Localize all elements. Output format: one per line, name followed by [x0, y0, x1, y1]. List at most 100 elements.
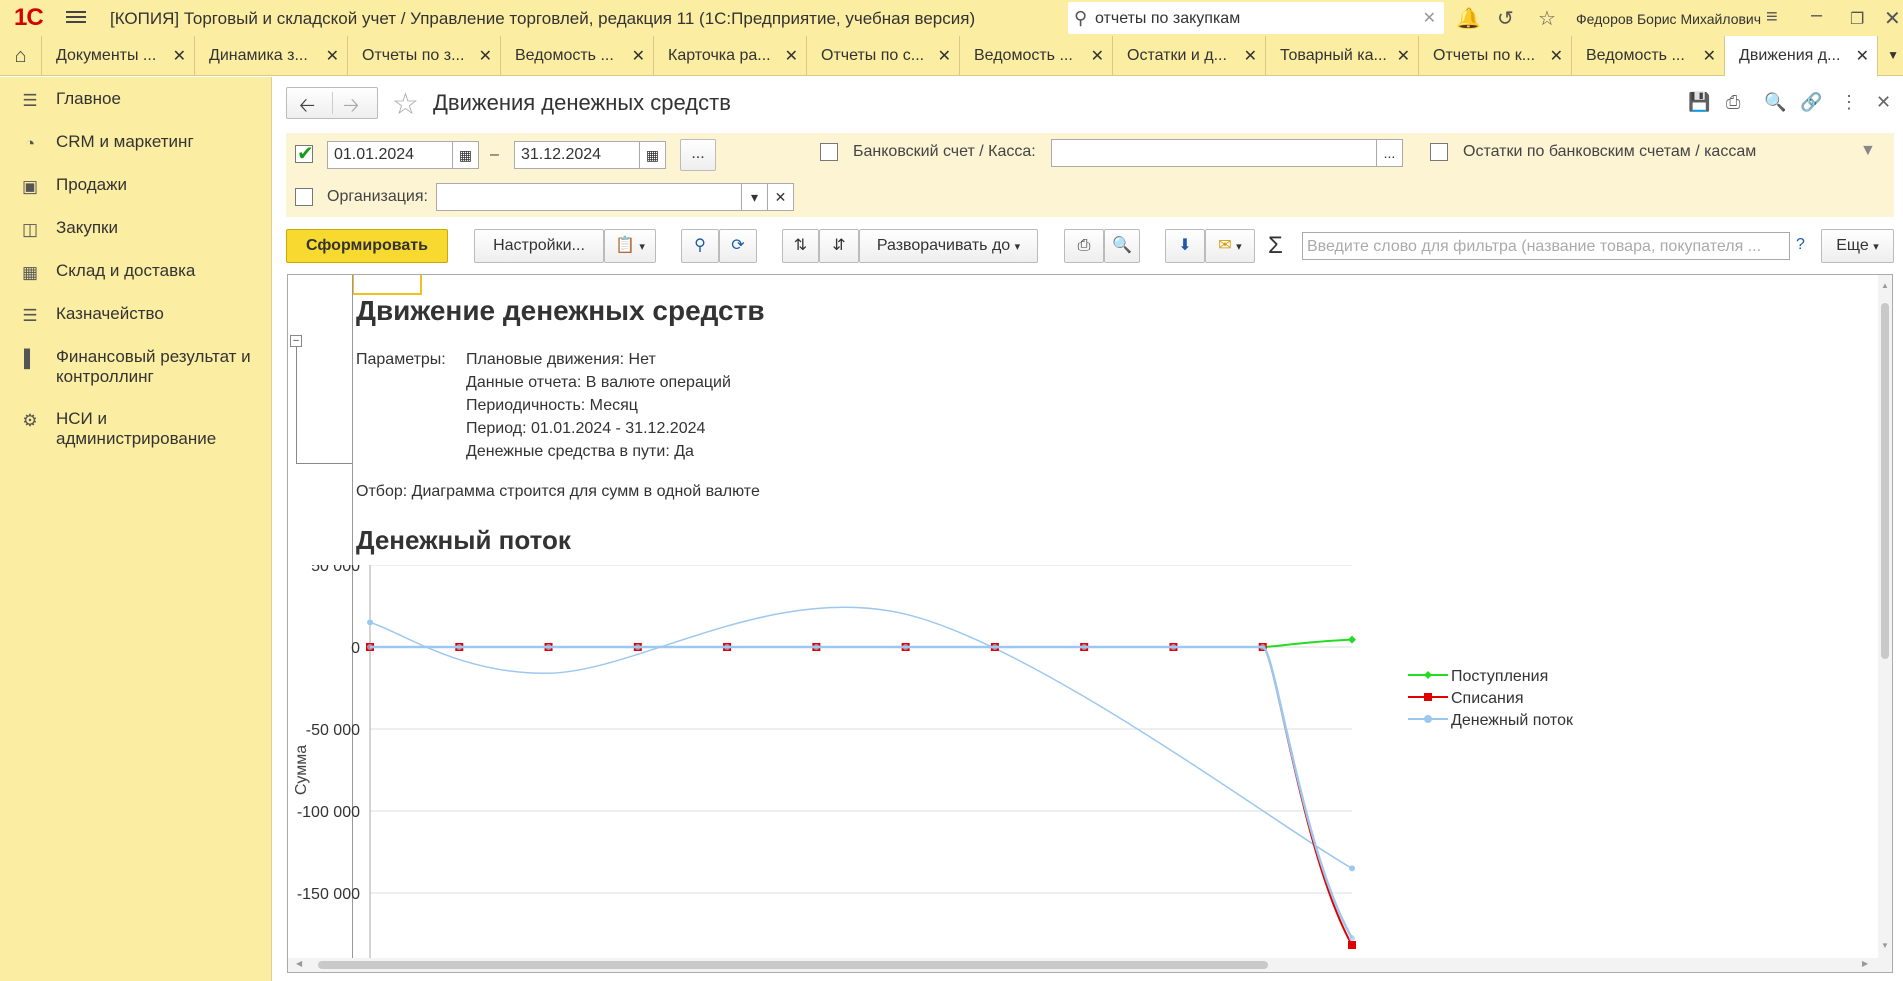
bank-account-field[interactable]: ...	[1051, 139, 1403, 167]
user-name[interactable]: Федоров Борис Михайлович	[1576, 11, 1761, 27]
settings-button[interactable]: Настройки...	[474, 229, 604, 263]
vertical-scrollbar[interactable]: ▲ ▼	[1878, 275, 1892, 972]
close-tab-icon[interactable]: ✕	[173, 46, 186, 66]
favorites-star-icon[interactable]: ☆	[1538, 6, 1556, 31]
report-document[interactable]: – Движение денежных средств Параметры: П…	[287, 274, 1893, 973]
balances-checkbox[interactable]	[1430, 143, 1448, 161]
search-refresh-icon: ⟳	[731, 237, 745, 254]
close-form-icon[interactable]: ✕	[1876, 92, 1891, 113]
y-tick-label: 0	[351, 640, 360, 657]
data-point	[456, 644, 463, 650]
horizontal-scrollbar[interactable]: ◀ ▶	[288, 958, 1880, 972]
bank-account-checkbox[interactable]	[820, 143, 838, 161]
sidebar-item-finance[interactable]: ▌ Финансовый результат и контроллинг	[0, 347, 272, 387]
bank-account-label: Банковский счет / Касса:	[853, 143, 1036, 160]
preview-icon[interactable]: 🔍	[1764, 92, 1786, 113]
favorite-star-icon[interactable]: ☆	[392, 87, 419, 122]
tab-item[interactable]: Карточка ра... ✕	[654, 36, 807, 76]
close-tab-icon[interactable]: ✕	[1397, 46, 1410, 66]
more-button[interactable]: Еще ▾	[1821, 229, 1894, 263]
sidebar-item-warehouse[interactable]: ▦ Склад и доставка	[0, 261, 272, 283]
report-filter-input[interactable]: Введите слово для фильтра (название това…	[1302, 232, 1790, 260]
generate-report-button[interactable]: Сформировать	[286, 229, 448, 263]
minimize-icon[interactable]: –	[1811, 4, 1822, 27]
close-tab-icon[interactable]: ✕	[1244, 46, 1257, 66]
close-tab-icon[interactable]: ✕	[632, 46, 645, 66]
print-button[interactable]: ⎙	[1064, 229, 1104, 263]
date-to-field[interactable]: 31.12.2024 ▦	[514, 141, 666, 169]
organization-checkbox[interactable]	[295, 188, 313, 206]
restore-icon[interactable]: ❐	[1850, 9, 1864, 29]
sort-descending-button[interactable]: ⇵	[819, 229, 859, 263]
period-checkbox[interactable]	[295, 141, 314, 166]
tab-item[interactable]: Ведомость ... ✕	[501, 36, 654, 76]
horizontal-scroll-thumb[interactable]	[318, 961, 1268, 969]
organization-field[interactable]: ▾ ✕	[436, 183, 794, 211]
close-tab-icon[interactable]: ✕	[1550, 46, 1563, 66]
app-logo[interactable]: 1С	[14, 4, 44, 32]
print-preview-button[interactable]: 🔍	[1104, 229, 1140, 263]
main-menu-icon[interactable]	[66, 8, 86, 26]
cash-flow-chart: 50 000 0 -50 000 -100 000 -150 000 Сумма Посту…	[293, 565, 1574, 972]
close-window-icon[interactable]: ✕	[1884, 6, 1901, 31]
variants-button[interactable]: 📋 ▾	[604, 229, 656, 263]
forward-arrow-icon[interactable]: 🡢	[343, 91, 359, 125]
send-email-button[interactable]: ✉ ▾	[1205, 229, 1255, 263]
print-icon[interactable]: ⎙	[1726, 92, 1740, 113]
save-icon[interactable]: 💾	[1688, 92, 1710, 113]
calendar-icon[interactable]: ▦	[452, 142, 478, 168]
tab-item[interactable]: Товарный ка... ✕	[1266, 36, 1419, 76]
search-next-button[interactable]: ⟳	[719, 229, 757, 263]
select-ellipsis-button[interactable]: ...	[1376, 140, 1402, 166]
close-tab-icon[interactable]: ✕	[479, 46, 492, 66]
tab-item[interactable]: Отчеты по з... ✕	[348, 36, 501, 76]
tab-item-active[interactable]: Движения д... ✕	[1725, 36, 1878, 77]
more-vertical-icon[interactable]: ⋮	[1840, 92, 1858, 113]
expand-to-button[interactable]: Разворачивать до ▾	[859, 229, 1038, 263]
close-tab-icon[interactable]: ✕	[1703, 46, 1716, 66]
dropdown-icon[interactable]: ▾	[741, 184, 767, 210]
sum-sigma-icon[interactable]: Σ	[1268, 232, 1283, 260]
tabs-more-icon[interactable]: ▼	[1887, 48, 1899, 62]
collapse-group-icon[interactable]: –	[290, 335, 302, 347]
sidebar-item-crm[interactable]: ◔ CRM и маркетинг	[0, 132, 272, 154]
sort-ascending-button[interactable]: ⇅	[782, 229, 819, 263]
tab-item[interactable]: Отчеты по к... ✕	[1419, 36, 1572, 76]
close-tab-icon[interactable]: ✕	[785, 46, 798, 66]
close-tab-icon[interactable]: ✕	[1856, 46, 1869, 66]
pie-chart-icon: ◔	[24, 134, 36, 153]
close-tab-icon[interactable]: ✕	[938, 46, 951, 66]
tab-item[interactable]: Ведомость ... ✕	[960, 36, 1113, 76]
filter-funnel-icon[interactable]: ▼	[1860, 142, 1876, 160]
tab-item[interactable]: Динамика з... ✕	[195, 36, 348, 76]
period-select-button[interactable]: ...	[680, 139, 716, 171]
help-link[interactable]: ?	[1796, 236, 1805, 254]
date-from-field[interactable]: 01.01.2024 ▦	[327, 141, 479, 169]
parameters-label: Параметры:	[356, 351, 446, 368]
sidebar-item-sales[interactable]: ▣ Продажи	[0, 175, 272, 197]
global-search-input[interactable]: ⚲ отчеты по закупкам ✕	[1068, 2, 1444, 34]
settings-lines-icon[interactable]: ≡	[1766, 6, 1778, 29]
home-tab-icon[interactable]: ⌂	[0, 36, 42, 76]
tab-item[interactable]: Документы ... ✕	[42, 36, 195, 76]
calendar-icon[interactable]: ▦	[639, 142, 665, 168]
sidebar-item-main[interactable]: ☰ Главное	[0, 89, 272, 111]
tab-item[interactable]: Отчеты по с... ✕	[807, 36, 960, 76]
sidebar-item-treasury[interactable]: ☰ Казначейство	[0, 304, 272, 326]
tab-item[interactable]: Остатки и д... ✕	[1113, 36, 1266, 76]
back-arrow-icon[interactable]: 🡠	[299, 91, 315, 125]
export-button[interactable]: ⬇	[1165, 229, 1205, 263]
sidebar-item-admin[interactable]: ⚙ НСИ и администрирование	[0, 409, 272, 449]
sidebar-item-purchases[interactable]: ◫ Закупки	[0, 218, 272, 240]
close-tab-icon[interactable]: ✕	[1091, 46, 1104, 66]
bell-icon[interactable]: 🔔	[1456, 6, 1481, 31]
clear-search-icon[interactable]: ✕	[1423, 8, 1436, 28]
vertical-scroll-thumb[interactable]	[1881, 303, 1889, 659]
tab-item[interactable]: Ведомость ... ✕	[1572, 36, 1725, 76]
close-tab-icon[interactable]: ✕	[326, 46, 339, 66]
search-button[interactable]: ⚲	[681, 229, 719, 263]
link-icon[interactable]: 🔗	[1800, 92, 1822, 113]
clear-field-icon[interactable]: ✕	[767, 184, 793, 210]
data-point	[367, 644, 373, 650]
history-icon[interactable]: ↺	[1497, 6, 1514, 31]
